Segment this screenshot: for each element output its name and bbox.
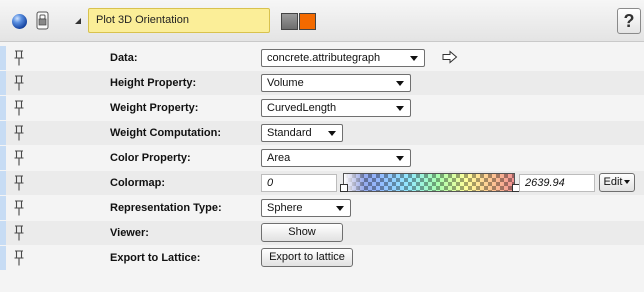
color-property-dropdown[interactable]: Area — [261, 149, 411, 167]
property-row-weight: Weight Property: CurvedLength — [0, 96, 644, 120]
pin-icon[interactable] — [14, 50, 24, 66]
lock-icon[interactable] — [36, 11, 49, 30]
property-label: Viewer: — [110, 227, 149, 239]
pin-icon[interactable] — [14, 75, 24, 91]
pin-icon[interactable] — [14, 175, 24, 191]
edit-colormap-button[interactable]: Edit — [599, 173, 635, 192]
property-row-representation: Representation Type: Sphere — [0, 196, 644, 220]
chevron-down-icon — [328, 131, 336, 136]
dropdown-value: concrete.attributegraph — [267, 52, 381, 64]
dropdown-value: Volume — [267, 77, 304, 89]
module-header: Plot 3D Orientation ? — [0, 0, 644, 42]
property-row-data: Data: concrete.attributegraph — [0, 46, 644, 70]
arrow-right-icon[interactable] — [442, 50, 458, 64]
colormap-bar[interactable] — [343, 173, 515, 192]
property-label: Colormap: — [110, 177, 165, 189]
pin-icon[interactable] — [14, 200, 24, 216]
collapse-triangle-icon[interactable] — [75, 18, 81, 24]
pin-icon[interactable] — [14, 100, 24, 116]
help-button[interactable]: ? — [617, 8, 641, 34]
export-to-lattice-button[interactable]: Export to lattice — [261, 248, 353, 267]
colormap-max-field[interactable]: 2639.94 — [519, 174, 595, 192]
colormap-min-field[interactable]: 0 — [261, 174, 337, 192]
colormap-min-slider[interactable] — [340, 184, 348, 192]
property-row-color: Color Property: Area — [0, 146, 644, 170]
orange-color-swatch[interactable] — [299, 13, 316, 30]
sphere-icon[interactable] — [12, 14, 27, 29]
property-label: Weight Computation: — [110, 127, 221, 139]
dropdown-value: Sphere — [267, 202, 303, 214]
data-dropdown[interactable]: concrete.attributegraph — [261, 49, 425, 67]
height-property-dropdown[interactable]: Volume — [261, 74, 411, 92]
property-row-height: Height Property: Volume — [0, 71, 644, 95]
property-label: Data: — [110, 52, 138, 64]
chevron-down-icon — [396, 156, 404, 161]
pin-icon[interactable] — [14, 225, 24, 241]
chevron-down-icon — [396, 106, 404, 111]
property-label: Weight Property: — [110, 102, 199, 114]
property-label: Height Property: — [110, 77, 197, 89]
weight-computation-dropdown[interactable]: Standard — [261, 124, 343, 142]
dropdown-value: Area — [267, 152, 291, 164]
gray-color-swatch[interactable] — [281, 13, 298, 30]
property-label: Export to Lattice: — [110, 252, 201, 264]
property-row-viewer: Viewer: Show — [0, 221, 644, 245]
property-row-weight-computation: Weight Computation: Standard — [0, 121, 644, 145]
show-viewer-button[interactable]: Show — [261, 223, 343, 242]
pin-icon[interactable] — [14, 125, 24, 141]
chevron-down-icon — [336, 206, 344, 211]
property-row-export: Export to Lattice: Export to lattice — [0, 246, 644, 270]
pin-icon[interactable] — [14, 150, 24, 166]
pin-icon[interactable] — [14, 250, 24, 266]
property-row-colormap: Colormap: 0 2639.94 Edit — [0, 171, 644, 195]
dropdown-value: Standard — [267, 127, 312, 139]
chevron-down-icon — [410, 56, 418, 61]
chevron-down-icon — [396, 81, 404, 86]
edit-button-label: Edit — [603, 176, 623, 188]
module-title-field[interactable]: Plot 3D Orientation — [88, 8, 270, 33]
property-label: Color Property: — [110, 152, 191, 164]
representation-type-dropdown[interactable]: Sphere — [261, 199, 351, 217]
property-label: Representation Type: — [110, 202, 222, 214]
colormap-gradient — [344, 174, 514, 191]
chevron-down-icon — [624, 180, 631, 185]
dropdown-value: CurvedLength — [267, 102, 337, 114]
weight-property-dropdown[interactable]: CurvedLength — [261, 99, 411, 117]
